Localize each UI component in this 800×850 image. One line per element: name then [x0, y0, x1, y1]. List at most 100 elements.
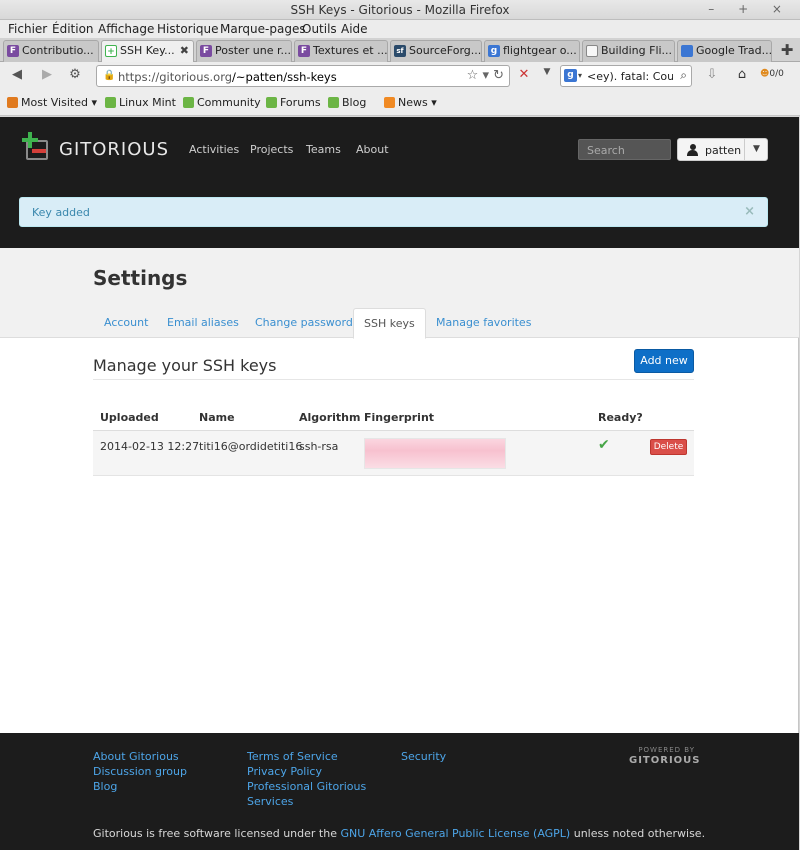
tab-poster[interactable]: F Poster une r...	[196, 40, 292, 62]
site-footer: About Gitorious Discussion group Blog Te…	[0, 733, 799, 850]
site-search-input[interactable]: Search	[578, 139, 671, 160]
footer-link-about[interactable]: About Gitorious	[93, 750, 179, 763]
tab-google-translate[interactable]: Google Trad...	[677, 40, 772, 62]
tab-ssh-keys[interactable]: SSH keys	[353, 308, 426, 339]
add-new-button[interactable]: Add new	[634, 349, 694, 373]
tab-account[interactable]: Account	[104, 316, 148, 329]
search-text: <ey). fatal: Could	[587, 70, 673, 83]
nav-activities[interactable]: Activities	[189, 143, 239, 156]
tab-change-password[interactable]: Change password	[255, 316, 353, 329]
gitorious-logo-icon[interactable]	[22, 132, 50, 162]
tab-email-aliases[interactable]: Email aliases	[167, 316, 239, 329]
bookmark-star-icon[interactable]: ☆ ▾ ↻	[467, 68, 504, 83]
tab-bar: F Contributio... + SSH Key... ✖ F Poster…	[0, 38, 800, 63]
download-icon[interactable]: ⇩	[703, 67, 721, 85]
new-tab-button[interactable]: ✚	[777, 41, 797, 61]
footer-link-professional[interactable]: Professional Gitorious	[247, 780, 366, 793]
rss-icon	[384, 97, 395, 108]
back-icon[interactable]: ◀	[8, 67, 26, 85]
cell-uploaded: 2014-02-13 12:27	[100, 440, 200, 453]
footer-link-discussion[interactable]: Discussion group	[93, 765, 187, 778]
footer-link-terms[interactable]: Terms of Service	[247, 750, 338, 763]
bookmark-community[interactable]: Community	[183, 96, 261, 109]
agpl-link[interactable]: GNU Affero General Public License (AGPL)	[340, 827, 570, 840]
nav-about[interactable]: About	[356, 143, 389, 156]
fingerprint-redacted	[364, 438, 506, 469]
google-search-icon: g	[564, 69, 577, 82]
tab-label: SSH Key...	[120, 44, 175, 57]
user-menu-button[interactable]: patten ▼	[677, 138, 768, 161]
sourceforge-icon: sf	[394, 45, 406, 57]
tab-contribution[interactable]: F Contributio...	[3, 40, 99, 62]
url-bar[interactable]: 🔒 https://gitorious.org/~patten/ssh-keys…	[96, 65, 510, 87]
tab-label: Building Fli...	[601, 44, 673, 57]
history-icon[interactable]: ⚙	[66, 67, 84, 85]
mint-icon	[183, 97, 194, 108]
home-icon[interactable]: ⌂	[733, 67, 751, 85]
tab-flightgear[interactable]: g flightgear o...	[484, 40, 580, 62]
check-icon: ✔	[598, 437, 610, 453]
translate-icon	[681, 45, 693, 57]
tab-building[interactable]: Building Fli...	[582, 40, 675, 62]
navigation-bar: ◀ ▶ ⚙ 🔒 https://gitorious.org/~patten/ss…	[0, 62, 800, 90]
gitorious-icon: +	[105, 45, 117, 57]
forum-icon: F	[298, 45, 310, 57]
chevron-down-icon[interactable]: ▼	[744, 139, 768, 160]
addon-badge[interactable]: ☻0/0	[760, 69, 784, 79]
tab-label: flightgear o...	[503, 44, 577, 57]
bookmarks-toolbar: Most Visited ▾ Linux Mint Community Foru…	[0, 90, 800, 116]
nav-projects[interactable]: Projects	[250, 143, 293, 156]
stop-icon[interactable]: ✕	[515, 67, 533, 85]
forum-icon: F	[7, 45, 19, 57]
close-tab-icon[interactable]: ✖	[180, 44, 189, 57]
alert-message: Key added	[32, 206, 90, 219]
page-icon	[586, 45, 598, 57]
license-text: Gitorious is free software licensed unde…	[93, 827, 706, 840]
footer-link-blog[interactable]: Blog	[93, 780, 117, 793]
nav-teams[interactable]: Teams	[306, 143, 341, 156]
footer-link-security[interactable]: Security	[401, 750, 446, 763]
menu-fichier[interactable]: Fichier	[8, 22, 47, 36]
tab-label: Google Trad...	[696, 44, 772, 57]
bookmark-news[interactable]: News ▾	[384, 96, 437, 109]
lock-icon: 🔒	[103, 70, 116, 81]
menu-aide[interactable]: Aide	[341, 22, 368, 36]
menu-edition[interactable]: Édition	[52, 22, 94, 36]
forward-icon[interactable]: ▶	[38, 67, 56, 85]
menu-affichage[interactable]: Affichage	[98, 22, 154, 36]
tab-manage-favorites[interactable]: Manage favorites	[436, 316, 531, 329]
bookmark-blog[interactable]: Blog	[328, 96, 366, 109]
bookmark-forums[interactable]: Forums	[266, 96, 321, 109]
tab-ssh-keys[interactable]: + SSH Key... ✖	[101, 40, 194, 63]
window-title: SSH Keys - Gitorious - Mozilla Firefox	[290, 3, 510, 17]
site-header: GITORIOUS Activities Projects Teams Abou…	[0, 117, 799, 248]
menu-marque-pages[interactable]: Marque-pages	[220, 22, 306, 36]
tab-label: Textures et ...	[313, 44, 388, 57]
menu-outils[interactable]: Outils	[302, 22, 337, 36]
search-icon[interactable]: ⌕	[680, 68, 687, 83]
close-icon[interactable]: ×	[744, 204, 755, 219]
menu-historique[interactable]: Historique	[157, 22, 219, 36]
dropdown-icon[interactable]: ▼	[538, 67, 556, 85]
tab-label: Poster une r...	[215, 44, 292, 57]
footer-link-privacy[interactable]: Privacy Policy	[247, 765, 322, 778]
page-title: Settings	[93, 266, 188, 290]
settings-header: Settings Account Email aliases Change pa…	[0, 248, 799, 339]
tab-sourceforge[interactable]: sf SourceForg...	[390, 40, 482, 62]
forum-icon: F	[200, 45, 212, 57]
window-controls[interactable]: – + ×	[708, 2, 792, 16]
bookmark-most-visited[interactable]: Most Visited ▾	[7, 96, 97, 109]
engine-dropdown-icon[interactable]: ▾	[578, 71, 582, 80]
powered-by-badge[interactable]: POWERED BY GITORIOUS	[629, 746, 700, 766]
search-engine-box[interactable]: g ▾ <ey). fatal: Could ⌕	[560, 65, 692, 87]
delete-button[interactable]: Delete	[650, 439, 687, 455]
footer-link-services[interactable]: Services	[247, 795, 293, 808]
window-titlebar: SSH Keys - Gitorious - Mozilla Firefox –…	[0, 0, 800, 20]
column-header-uploaded: Uploaded	[100, 411, 159, 424]
logo-text[interactable]: GITORIOUS	[59, 139, 169, 160]
folder-icon	[7, 97, 18, 108]
tab-label: SourceForg...	[409, 44, 482, 57]
bookmark-linux-mint[interactable]: Linux Mint	[105, 96, 176, 109]
cell-name: titi16@ordidetiti16	[199, 440, 303, 453]
tab-textures[interactable]: F Textures et ...	[294, 40, 388, 62]
